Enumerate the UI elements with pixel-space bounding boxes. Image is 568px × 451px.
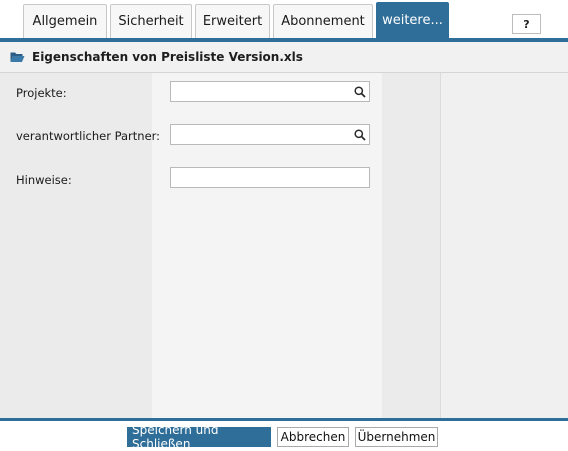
dialog-footer: Speichern und Schließen Abbrechen Überne… [0, 421, 568, 451]
tab-allgemein[interactable]: Allgemein [23, 4, 107, 38]
projekte-lookup-button[interactable] [351, 81, 370, 102]
apply-button[interactable]: Übernehmen [355, 427, 438, 447]
dialog-header: Eigenschaften von Preisliste Version.xls [0, 42, 568, 73]
open-folder-icon [10, 52, 25, 62]
help-button[interactable]: ? [512, 14, 541, 34]
search-icon [354, 85, 366, 98]
tab-weitere[interactable]: weitere... [376, 2, 449, 38]
dialog-title: Eigenschaften von Preisliste Version.xls [32, 50, 303, 64]
save-and-close-button[interactable]: Speichern und Schließen [127, 423, 271, 451]
tab-strip: Allgemein Sicherheit Erweitert Abonnemen… [0, 0, 568, 40]
cancel-button[interactable]: Abbrechen [277, 427, 349, 447]
partner-input[interactable] [170, 124, 352, 145]
partner-label: verantwortlicher Partner: [16, 129, 161, 143]
side-panel [440, 73, 568, 418]
hinweise-label: Hinweise: [16, 173, 72, 187]
partner-lookup-button[interactable] [351, 124, 370, 145]
tab-abonnement[interactable]: Abonnement [273, 4, 373, 38]
spacer-column [382, 73, 440, 418]
label-column [0, 73, 152, 418]
search-icon [354, 128, 366, 141]
projekte-input[interactable] [170, 81, 352, 102]
tab-sicherheit[interactable]: Sicherheit [110, 4, 192, 38]
tab-erweitert[interactable]: Erweitert [195, 4, 270, 38]
projekte-label: Projekte: [16, 86, 67, 100]
hinweise-input[interactable] [170, 167, 370, 188]
